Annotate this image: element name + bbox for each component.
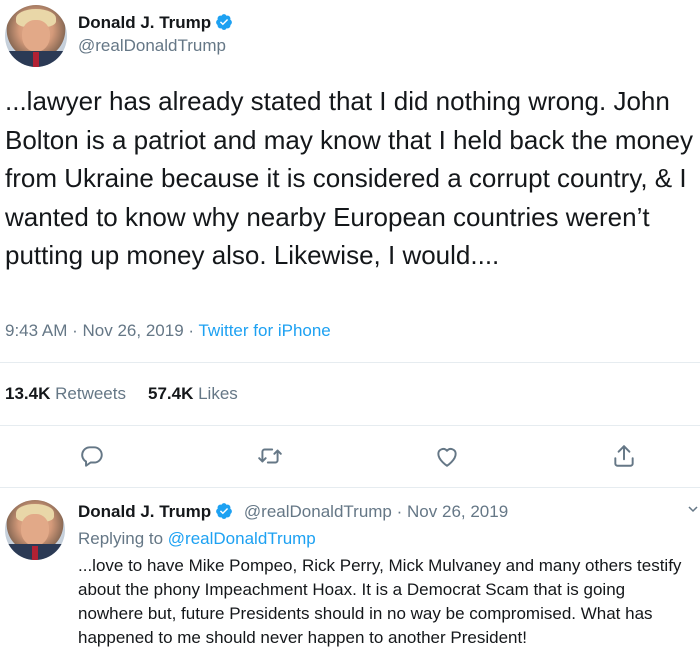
- retweets-label: Retweets: [55, 384, 126, 403]
- reply-date[interactable]: Nov 26, 2019: [407, 502, 508, 521]
- share-button[interactable]: [611, 443, 637, 469]
- avatar[interactable]: [5, 5, 67, 67]
- reply-icon: [81, 446, 103, 467]
- reply-author-name[interactable]: Donald J. Trump: [78, 502, 211, 521]
- author-name[interactable]: Donald J. Trump: [78, 13, 233, 33]
- verified-badge-icon: [216, 14, 233, 30]
- retweets-count: 13.4K: [5, 384, 51, 403]
- likes-stat[interactable]: 57.4K Likes: [148, 384, 238, 403]
- tweet-text: ...lawyer has already stated that I did …: [5, 86, 693, 270]
- share-icon: [614, 445, 634, 467]
- chevron-down-icon[interactable]: [688, 504, 698, 514]
- author-handle[interactable]: @realDonaldTrump: [78, 36, 226, 56]
- meta-separator: ·: [396, 502, 403, 521]
- meta-separator: ·: [188, 321, 195, 340]
- reply-author-handle[interactable]: @realDonaldTrump: [244, 502, 392, 521]
- reply-header: Donald J. Trump @realDonaldTrump · Nov 2…: [78, 502, 508, 522]
- retweet-icon: [258, 448, 282, 464]
- tweet-date[interactable]: Nov 26, 2019: [83, 321, 184, 340]
- tweet-source-link[interactable]: Twitter for iPhone: [198, 321, 330, 340]
- replying-to: Replying to @realDonaldTrump: [78, 529, 316, 549]
- like-icon: [437, 448, 457, 467]
- retweets-stat[interactable]: 13.4K Retweets: [5, 384, 126, 403]
- replying-mention-link[interactable]: @realDonaldTrump: [168, 529, 316, 548]
- tweet-stats: 13.4K Retweets 57.4K Likes: [5, 384, 238, 404]
- verified-badge-icon: [216, 503, 233, 519]
- tweet-meta: 9:43 AM · Nov 26, 2019 · Twitter for iPh…: [5, 321, 331, 341]
- divider: [0, 487, 700, 488]
- retweet-button[interactable]: [257, 443, 283, 469]
- like-button[interactable]: [434, 443, 460, 469]
- divider: [0, 362, 700, 363]
- reply-text: ...love to have Mike Pompeo, Rick Perry,…: [78, 556, 682, 647]
- likes-label: Likes: [198, 384, 238, 403]
- tweet-time[interactable]: 9:43 AM: [5, 321, 67, 340]
- likes-count: 57.4K: [147, 384, 194, 403]
- meta-separator: ·: [72, 321, 78, 340]
- avatar[interactable]: [5, 500, 65, 560]
- author-name-text[interactable]: Donald J. Trump: [78, 13, 211, 32]
- divider: [0, 425, 700, 426]
- reply-button[interactable]: [79, 443, 105, 469]
- replying-label: Replying to: [78, 529, 164, 548]
